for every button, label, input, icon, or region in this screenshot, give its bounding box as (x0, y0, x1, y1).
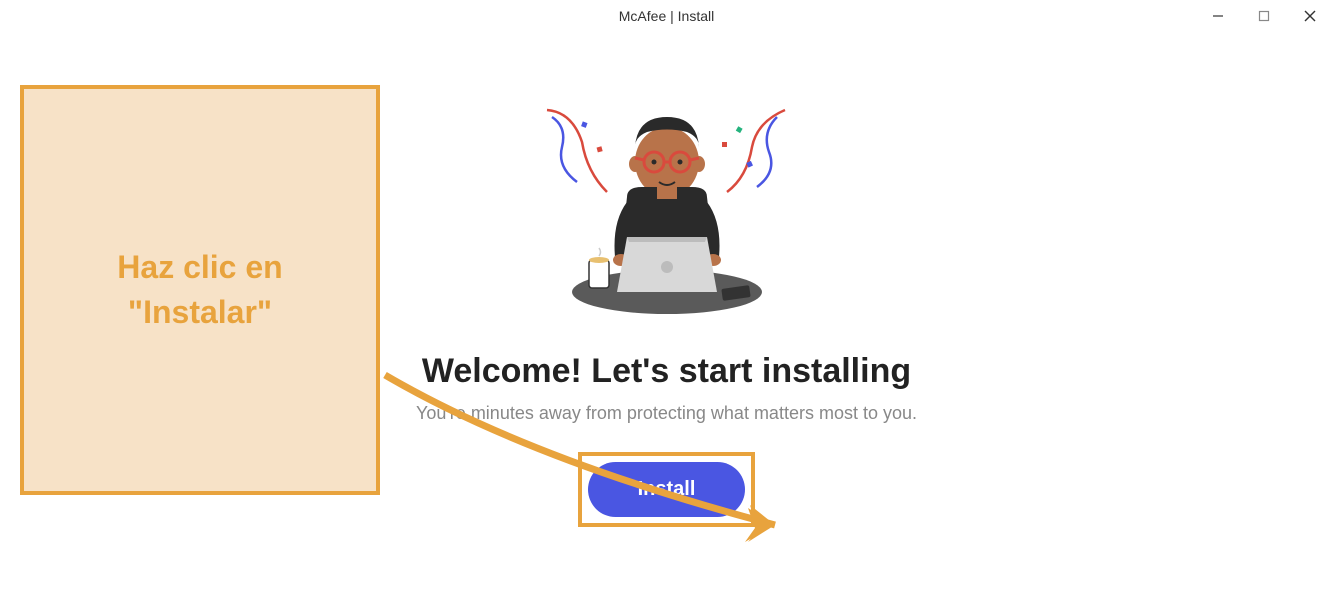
minimize-icon (1212, 10, 1224, 22)
welcome-heading: Welcome! Let's start installing (422, 352, 911, 391)
install-highlight-box: Install (578, 452, 756, 527)
close-button[interactable] (1287, 0, 1333, 32)
window-controls (1195, 0, 1333, 32)
maximize-icon (1258, 10, 1270, 22)
window-title: McAfee | Install (619, 8, 714, 24)
welcome-subtext: You're minutes away from protecting what… (416, 403, 917, 424)
maximize-button[interactable] (1241, 0, 1287, 32)
close-icon (1304, 10, 1316, 22)
callout-text: Haz clic en "Instalar" (44, 245, 356, 335)
install-button[interactable]: Install (588, 462, 746, 517)
titlebar: McAfee | Install (0, 0, 1333, 32)
minimize-button[interactable] (1195, 0, 1241, 32)
welcome-illustration (527, 92, 807, 322)
annotation-callout: Haz clic en "Instalar" (20, 85, 380, 495)
